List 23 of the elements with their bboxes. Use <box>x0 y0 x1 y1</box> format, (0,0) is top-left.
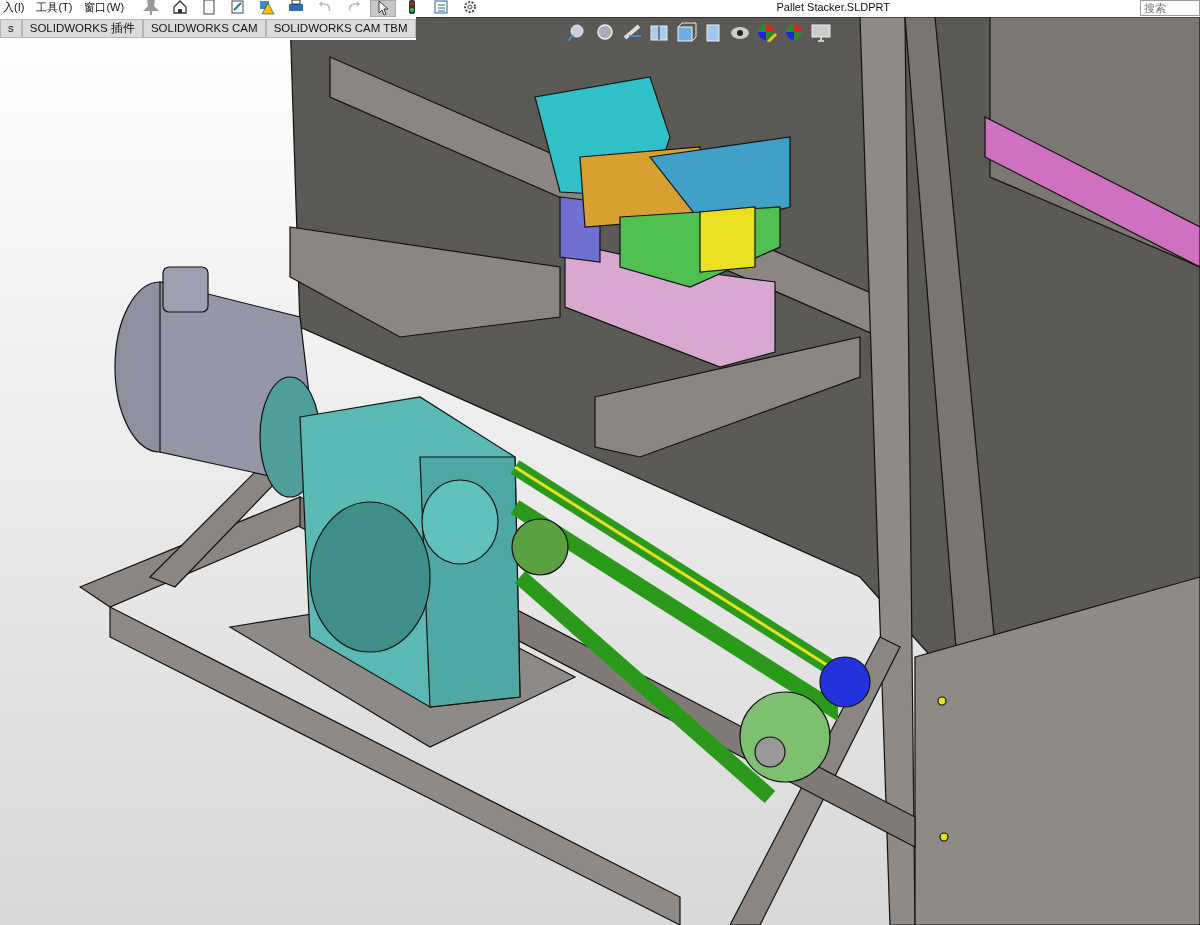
monitor-icon <box>810 22 832 42</box>
sectioned-cube-icon <box>648 22 670 42</box>
cube-icon <box>675 22 697 42</box>
color-ball-icon <box>783 22 805 42</box>
magnifier-icon <box>594 22 616 42</box>
view-orient-button[interactable] <box>674 21 698 43</box>
arrow-pencil-icon <box>621 22 643 42</box>
pin-icon <box>143 0 160 15</box>
window-title: Pallet Stacker.SLDPRT <box>776 0 890 15</box>
command-tab[interactable]: s <box>0 19 22 38</box>
monitor-button[interactable] <box>809 21 833 43</box>
command-tab[interactable]: SOLIDWORKS CAM <box>142 19 266 38</box>
color-ball-pencil-icon <box>756 22 778 42</box>
appearance-button[interactable] <box>755 21 779 43</box>
search-field[interactable]: 搜索 <box>1140 0 1200 16</box>
warning-icon <box>259 0 276 15</box>
menu-item[interactable]: 窗口(W) <box>84 0 125 15</box>
settings-icon <box>462 0 479 15</box>
select-tool-button[interactable] <box>370 0 397 17</box>
menu-item[interactable]: 入(I) <box>3 0 25 15</box>
command-tab[interactable]: SOLIDWORKS 插件 <box>21 19 143 38</box>
menu-item[interactable]: 工具(T) <box>36 0 73 15</box>
command-tab[interactable]: SOLIDWORKS CAM TBM <box>265 19 416 38</box>
